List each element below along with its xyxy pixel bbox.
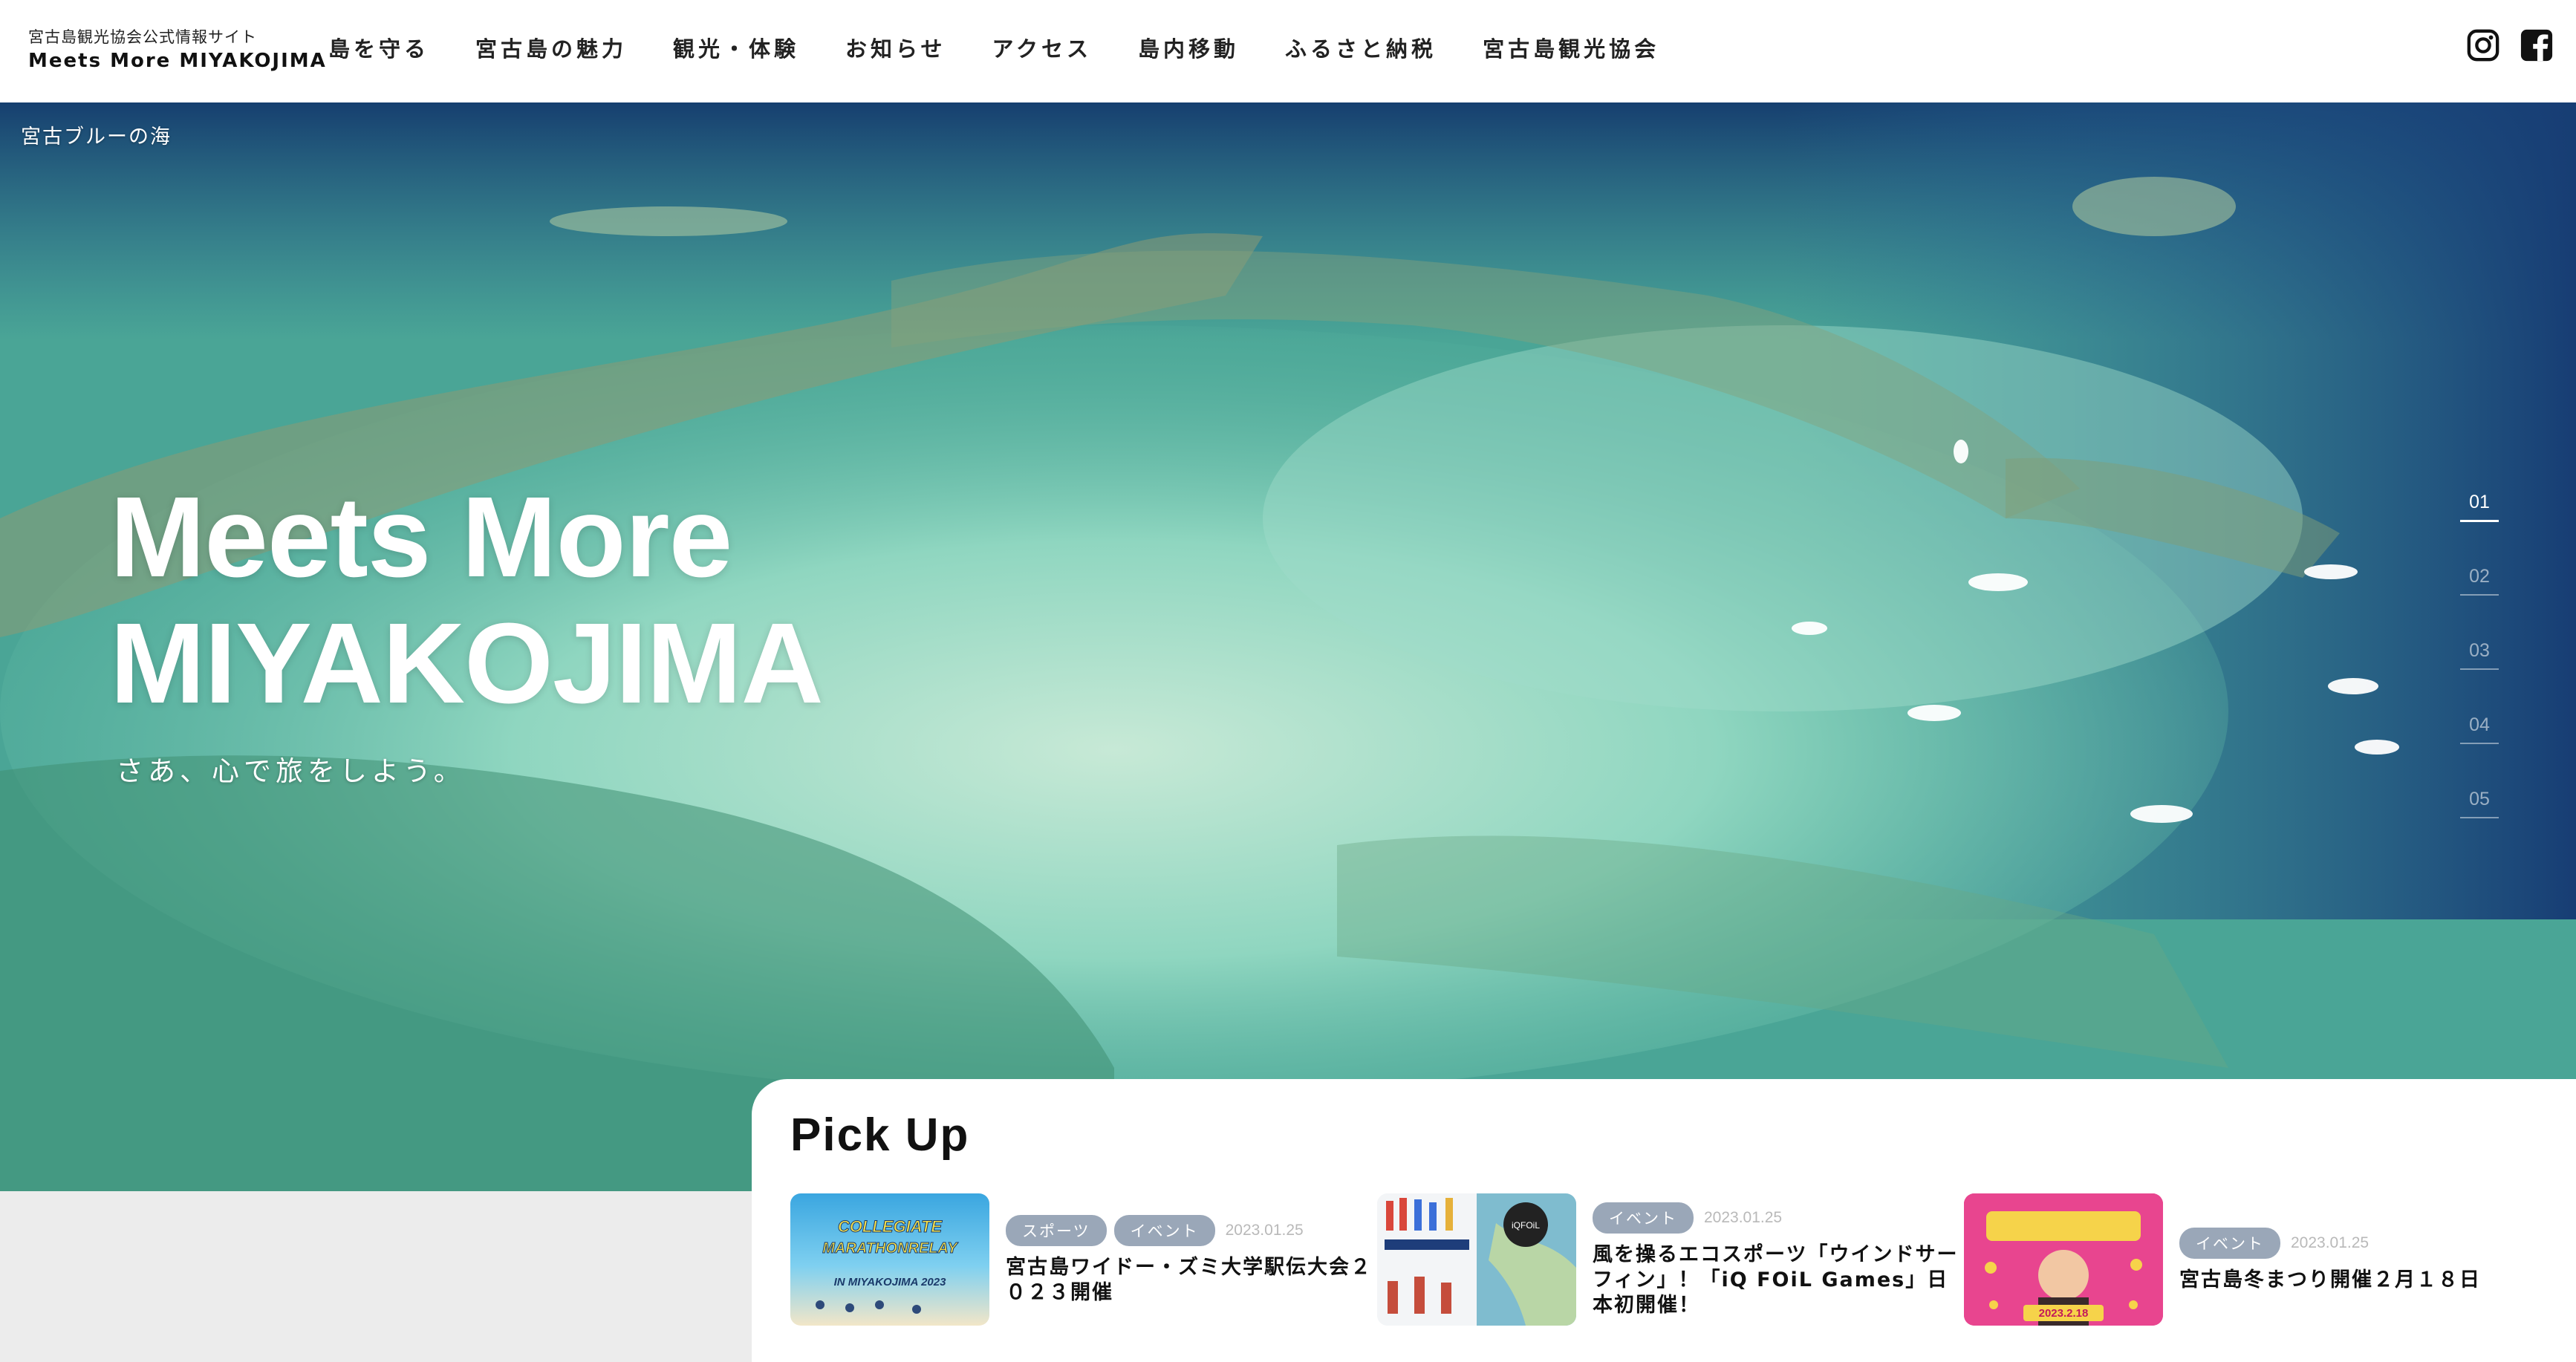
pickup-card-body: イベント 2023.01.25 宮古島冬まつり開催２月１８日 bbox=[2179, 1193, 2551, 1327]
winter-festival-poster-artwork: 2023.2.18 bbox=[1964, 1193, 2163, 1326]
nav-access[interactable]: アクセス bbox=[992, 33, 1092, 65]
slide-indicator-05[interactable]: 05 bbox=[2460, 778, 2499, 853]
tag-event[interactable]: イベント bbox=[2179, 1228, 2280, 1259]
pickup-thumbnail: 2023.2.18 bbox=[1964, 1193, 2163, 1326]
pickup-tags: スポーツ イベント 2023.01.25 bbox=[1006, 1215, 1377, 1246]
svg-text:iQFOiL: iQFOiL bbox=[1512, 1220, 1540, 1231]
pickup-tags: イベント 2023.01.25 bbox=[1593, 1202, 1964, 1234]
facebook-icon[interactable] bbox=[2520, 28, 2554, 62]
hero-tagline: さあ、心で旅をしよう。 bbox=[116, 755, 466, 787]
pickup-date: 2023.01.25 bbox=[2291, 1234, 2370, 1251]
slide-indicator-03[interactable]: 03 bbox=[2460, 630, 2499, 704]
hero-title-line1: Meets More bbox=[110, 473, 732, 601]
pickup-date: 2023.01.25 bbox=[1704, 1209, 1783, 1226]
hero-caption: 宮古ブルーの海 bbox=[21, 126, 172, 149]
slide-indicator-02[interactable]: 02 bbox=[2460, 555, 2499, 630]
pickup-card-title[interactable]: 宮古島冬まつり開催２月１８日 bbox=[2179, 1268, 2551, 1293]
pickup-card-title[interactable]: 宮古島ワイドー・ズミ大学駅伝大会２０２３開催 bbox=[1006, 1255, 1377, 1306]
tag-event[interactable]: イベント bbox=[1593, 1202, 1694, 1234]
nav-protect-island[interactable]: 島を守る bbox=[328, 33, 429, 65]
svg-text:MARATHONRELAY: MARATHONRELAY bbox=[822, 1240, 958, 1257]
hero-title: Meets More MIYAKOJIMA bbox=[110, 474, 1076, 726]
pickup-card-windsurf[interactable]: iQFOiL イベント 2023.01.25 風を操るエコスポーツ「ウインドサー… bbox=[1377, 1193, 1964, 1327]
pickup-card-body: スポーツ イベント 2023.01.25 宮古島ワイドー・ズミ大学駅伝大会２０２… bbox=[1006, 1193, 1377, 1327]
site-header: 宮古島観光協会公式情報サイト Meets More MIYAKOJIMA 島を守… bbox=[0, 0, 2576, 102]
svg-text:COLLEGIATE: COLLEGIATE bbox=[838, 1217, 943, 1236]
tag-sports[interactable]: スポーツ bbox=[1006, 1215, 1107, 1246]
pickup-date: 2023.01.25 bbox=[1225, 1222, 1304, 1239]
global-nav: 島を守る 宮古島の魅力 観光・体験 お知らせ アクセス 島内移動 ふるさと納税 … bbox=[328, 33, 1705, 65]
pickup-card-title[interactable]: 風を操るエコスポーツ「ウインドサーフィン」！「iQ FOiL Games」日本初… bbox=[1593, 1242, 1964, 1318]
instagram-icon[interactable] bbox=[2466, 28, 2500, 62]
svg-text:2023.2.18: 2023.2.18 bbox=[2039, 1307, 2089, 1320]
site-logo[interactable]: 宮古島観光協会公式情報サイト Meets More MIYAKOJIMA bbox=[28, 27, 327, 74]
pickup-card-ekiden[interactable]: COLLEGIATE MARATHONRELAY IN MIYAKOJIMA 2… bbox=[790, 1193, 1377, 1327]
brand-subtitle: 宮古島観光協会公式情報サイト bbox=[28, 28, 257, 46]
nav-attractions[interactable]: 宮古島の魅力 bbox=[475, 33, 627, 65]
pickup-thumbnail: iQFOiL bbox=[1377, 1193, 1576, 1326]
hero-slideshow: 宮古ブルーの海 Meets More MIYAKOJIMA さあ、心で旅をしよう… bbox=[0, 102, 2576, 1191]
pickup-heading: Pick Up bbox=[790, 1110, 970, 1161]
slide-pagination: 01 02 03 04 05 bbox=[2460, 481, 2499, 853]
nav-news[interactable]: お知らせ bbox=[845, 33, 946, 65]
social-links bbox=[2466, 28, 2554, 62]
pickup-card-body: イベント 2023.01.25 風を操るエコスポーツ「ウインドサーフィン」！「i… bbox=[1593, 1193, 1964, 1327]
pickup-tags: イベント 2023.01.25 bbox=[2179, 1228, 2551, 1259]
nav-sightseeing[interactable]: 観光・体験 bbox=[673, 33, 799, 65]
windsurf-poster-artwork: iQFOiL bbox=[1377, 1193, 1576, 1326]
slide-indicator-01[interactable]: 01 bbox=[2460, 481, 2499, 555]
pickup-card-winter-festival[interactable]: 2023.2.18 イベント 2023.01.25 宮古島冬まつり開催２月１８日 bbox=[1964, 1193, 2551, 1327]
svg-text:IN MIYAKOJIMA 2023: IN MIYAKOJIMA 2023 bbox=[834, 1276, 947, 1288]
brand-name: Meets More MIYAKOJIMA bbox=[28, 50, 327, 72]
pickup-thumbnail: COLLEGIATE MARATHONRELAY IN MIYAKOJIMA 2… bbox=[790, 1193, 989, 1326]
slide-indicator-04[interactable]: 04 bbox=[2460, 704, 2499, 778]
nav-furusato-tax[interactable]: ふるさと納税 bbox=[1285, 33, 1437, 65]
nav-transport[interactable]: 島内移動 bbox=[1138, 33, 1239, 65]
nav-association[interactable]: 宮古島観光協会 bbox=[1483, 33, 1659, 65]
tag-event[interactable]: イベント bbox=[1113, 1215, 1215, 1246]
marathon-relay-artwork: COLLEGIATE MARATHONRELAY IN MIYAKOJIMA 2… bbox=[816, 1217, 959, 1314]
hero-title-line2: MIYAKOJIMA bbox=[110, 599, 824, 727]
pickup-section: Pick Up COLLEGIATE MARATHONRELAY IN MIYA… bbox=[752, 1079, 2576, 1362]
